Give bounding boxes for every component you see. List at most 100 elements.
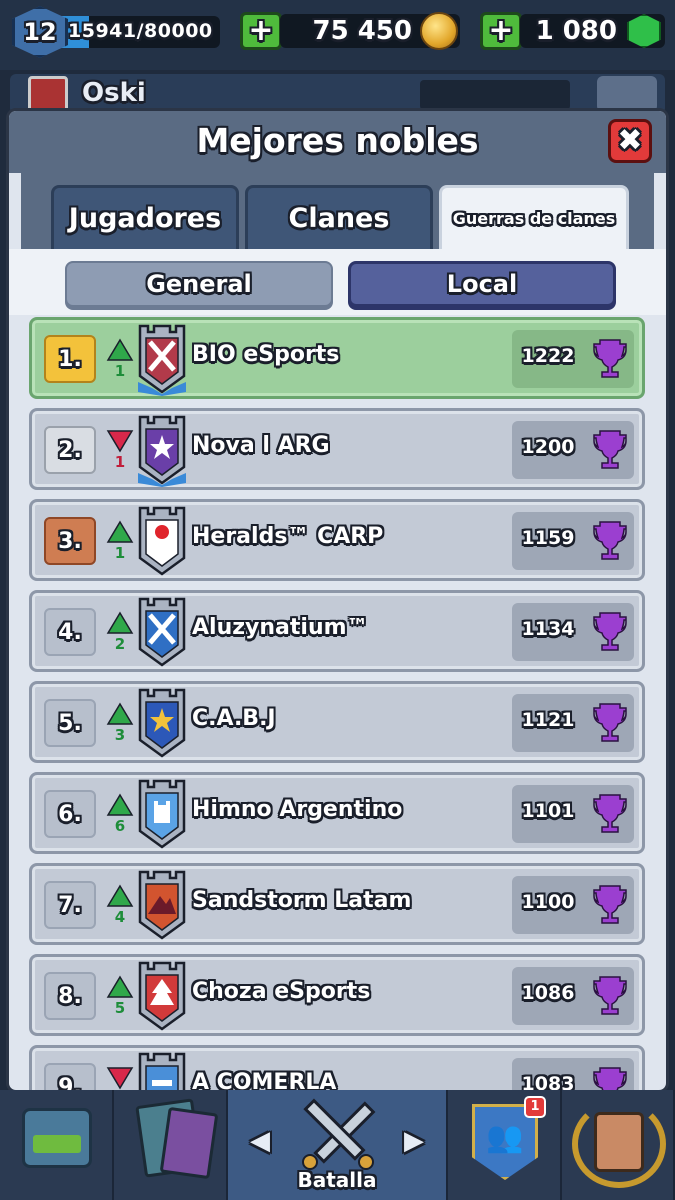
- trophy-icon: [593, 703, 627, 742]
- add-gold-button[interactable]: +: [240, 12, 282, 50]
- top-bar: 12 15941/80000 + 75 450 + 1 080: [0, 0, 675, 70]
- clan-badge-icon: [138, 506, 186, 576]
- trend-up-arrow-icon: 2: [106, 611, 134, 653]
- subtabs-bar: General Local: [9, 249, 666, 315]
- tab-guerras-label: Guerras de clanes: [452, 209, 616, 228]
- ranking-row[interactable]: 7. 4 Sandstorm Latam 1100: [29, 863, 645, 945]
- score-box: 1100: [512, 876, 634, 934]
- ranking-row[interactable]: 5. 3 C.A.B.J 1121: [29, 681, 645, 763]
- ranking-row[interactable]: 6. 6 Himno Argentino 1101: [29, 772, 645, 854]
- close-button[interactable]: ✖: [608, 119, 652, 163]
- gold-counter: 75 450: [280, 12, 460, 50]
- nav-battle[interactable]: ◀ ▶ Batalla: [228, 1090, 448, 1200]
- rank-number: 3.: [44, 517, 96, 565]
- clan-badge-icon: [138, 415, 186, 487]
- clan-badge-icon: [138, 324, 186, 396]
- level-badge[interactable]: 12: [12, 6, 68, 58]
- nav-shop[interactable]: [0, 1090, 114, 1200]
- clan-name: Aluzynatium™: [192, 615, 369, 640]
- clan-name: Nova l ARG: [192, 433, 330, 458]
- rank-number: 5.: [44, 699, 96, 747]
- clan-badge-icon: [138, 1052, 186, 1090]
- trophy-icon: [593, 885, 627, 924]
- add-gems-button[interactable]: +: [480, 12, 522, 50]
- xp-bar: 15941/80000: [56, 16, 220, 48]
- tab-guerras-de-clanes[interactable]: Guerras de clanes: [439, 185, 629, 249]
- subtab-local[interactable]: Local: [348, 261, 616, 307]
- rank-number: 6.: [44, 790, 96, 838]
- gold-amount: 75 450: [312, 16, 412, 46]
- score-box: 1159: [512, 512, 634, 570]
- rank-change: 6: [114, 817, 126, 835]
- crossed-swords-icon: [302, 1098, 376, 1170]
- clan-badge-icon: [138, 597, 186, 667]
- rank-change: 5: [114, 999, 126, 1017]
- gems-amount: 1 080: [535, 16, 617, 46]
- score-box: 1222: [512, 330, 634, 388]
- rank-change: 1: [114, 544, 126, 562]
- score-box: 1083: [512, 1058, 634, 1090]
- ranking-row[interactable]: 3. 1 Heralds™ CARP 1159: [29, 499, 645, 581]
- chest-icon: [22, 1108, 92, 1168]
- clan-name: C.A.B.J: [192, 706, 276, 731]
- trophy-icon: [593, 794, 627, 833]
- nav-clan[interactable]: 👥 1: [448, 1090, 562, 1200]
- gems-counter: 1 080: [520, 14, 665, 48]
- trophy-icon: [593, 430, 627, 469]
- rank-change: 1: [114, 453, 126, 471]
- clan-name: Himno Argentino: [192, 797, 403, 822]
- trophy-icon: [593, 339, 627, 378]
- clan-notification-badge: 1: [524, 1096, 546, 1118]
- score-box: 1121: [512, 694, 634, 752]
- trophy-icon: [593, 521, 627, 560]
- ranking-row[interactable]: 4. 2 Aluzynatium™ 1134: [29, 590, 645, 672]
- subtab-general[interactable]: General: [65, 261, 333, 307]
- clan-name: Choza eSports: [192, 979, 371, 1004]
- rank-change: 3: [114, 726, 126, 744]
- ranking-row[interactable]: 2. 1 Nova l ARG 1200: [29, 408, 645, 490]
- rank-number: 1.: [44, 335, 96, 383]
- clan-score: 1086: [521, 982, 575, 1004]
- clan-badge-icon: [138, 961, 186, 1031]
- clan-score: 1100: [521, 891, 575, 913]
- trend-down-arrow-icon: [106, 1066, 134, 1090]
- bottom-nav: ◀ ▶ Batalla 👥 1: [0, 1090, 675, 1200]
- rank-change: 4: [114, 908, 126, 926]
- settings-gear-icon[interactable]: [597, 76, 657, 112]
- clan-score: 1101: [521, 800, 575, 822]
- cards-icon-back: [159, 1106, 219, 1180]
- trophy-icon: [593, 976, 627, 1015]
- trophy-icon: [593, 612, 627, 651]
- nav-cards[interactable]: [114, 1090, 228, 1200]
- nav-events[interactable]: [562, 1090, 675, 1200]
- tab-jugadores[interactable]: Jugadores: [51, 185, 239, 249]
- score-box: 1086: [512, 967, 634, 1025]
- trend-up-arrow-icon: 1: [106, 338, 134, 380]
- ranking-row[interactable]: 9. A COMERLA 1083: [29, 1045, 645, 1090]
- clan-score: 1159: [521, 527, 575, 549]
- ranking-row[interactable]: 1. 1 BIO eSports 1222: [29, 317, 645, 399]
- trend-up-arrow-icon: 3: [106, 702, 134, 744]
- rank-number: 4.: [44, 608, 96, 656]
- clan-score: 1121: [521, 709, 575, 731]
- clan-name: BIO eSports: [192, 342, 340, 367]
- score-box: 1134: [512, 603, 634, 661]
- nav-left-arrow-icon[interactable]: ◀: [250, 1126, 270, 1156]
- nav-right-arrow-icon[interactable]: ▶: [404, 1126, 424, 1156]
- clan-name: Sandstorm Latam: [192, 888, 412, 913]
- modal-header: Mejores nobles ✖: [9, 111, 666, 173]
- trend-down-arrow-icon: 1: [106, 429, 134, 471]
- trend-up-arrow-icon: 1: [106, 520, 134, 562]
- rank-number: 8.: [44, 972, 96, 1020]
- event-portrait-icon: [594, 1112, 644, 1172]
- rank-number: 7.: [44, 881, 96, 929]
- tab-clanes[interactable]: Clanes: [245, 185, 433, 249]
- trend-up-arrow-icon: 6: [106, 793, 134, 835]
- player-trophy-counter: [420, 80, 570, 110]
- ranking-row[interactable]: 8. 5 Choza eSports 1086: [29, 954, 645, 1036]
- tabs-bar: Jugadores Clanes Guerras de clanes: [21, 173, 654, 249]
- leaderboard-modal: Mejores nobles ✖ Jugadores Clanes Guerra…: [6, 108, 669, 1093]
- nav-battle-label: Batalla: [297, 1168, 377, 1192]
- clan-badge-icon: [138, 688, 186, 758]
- xp-text: 15941/80000: [68, 20, 213, 42]
